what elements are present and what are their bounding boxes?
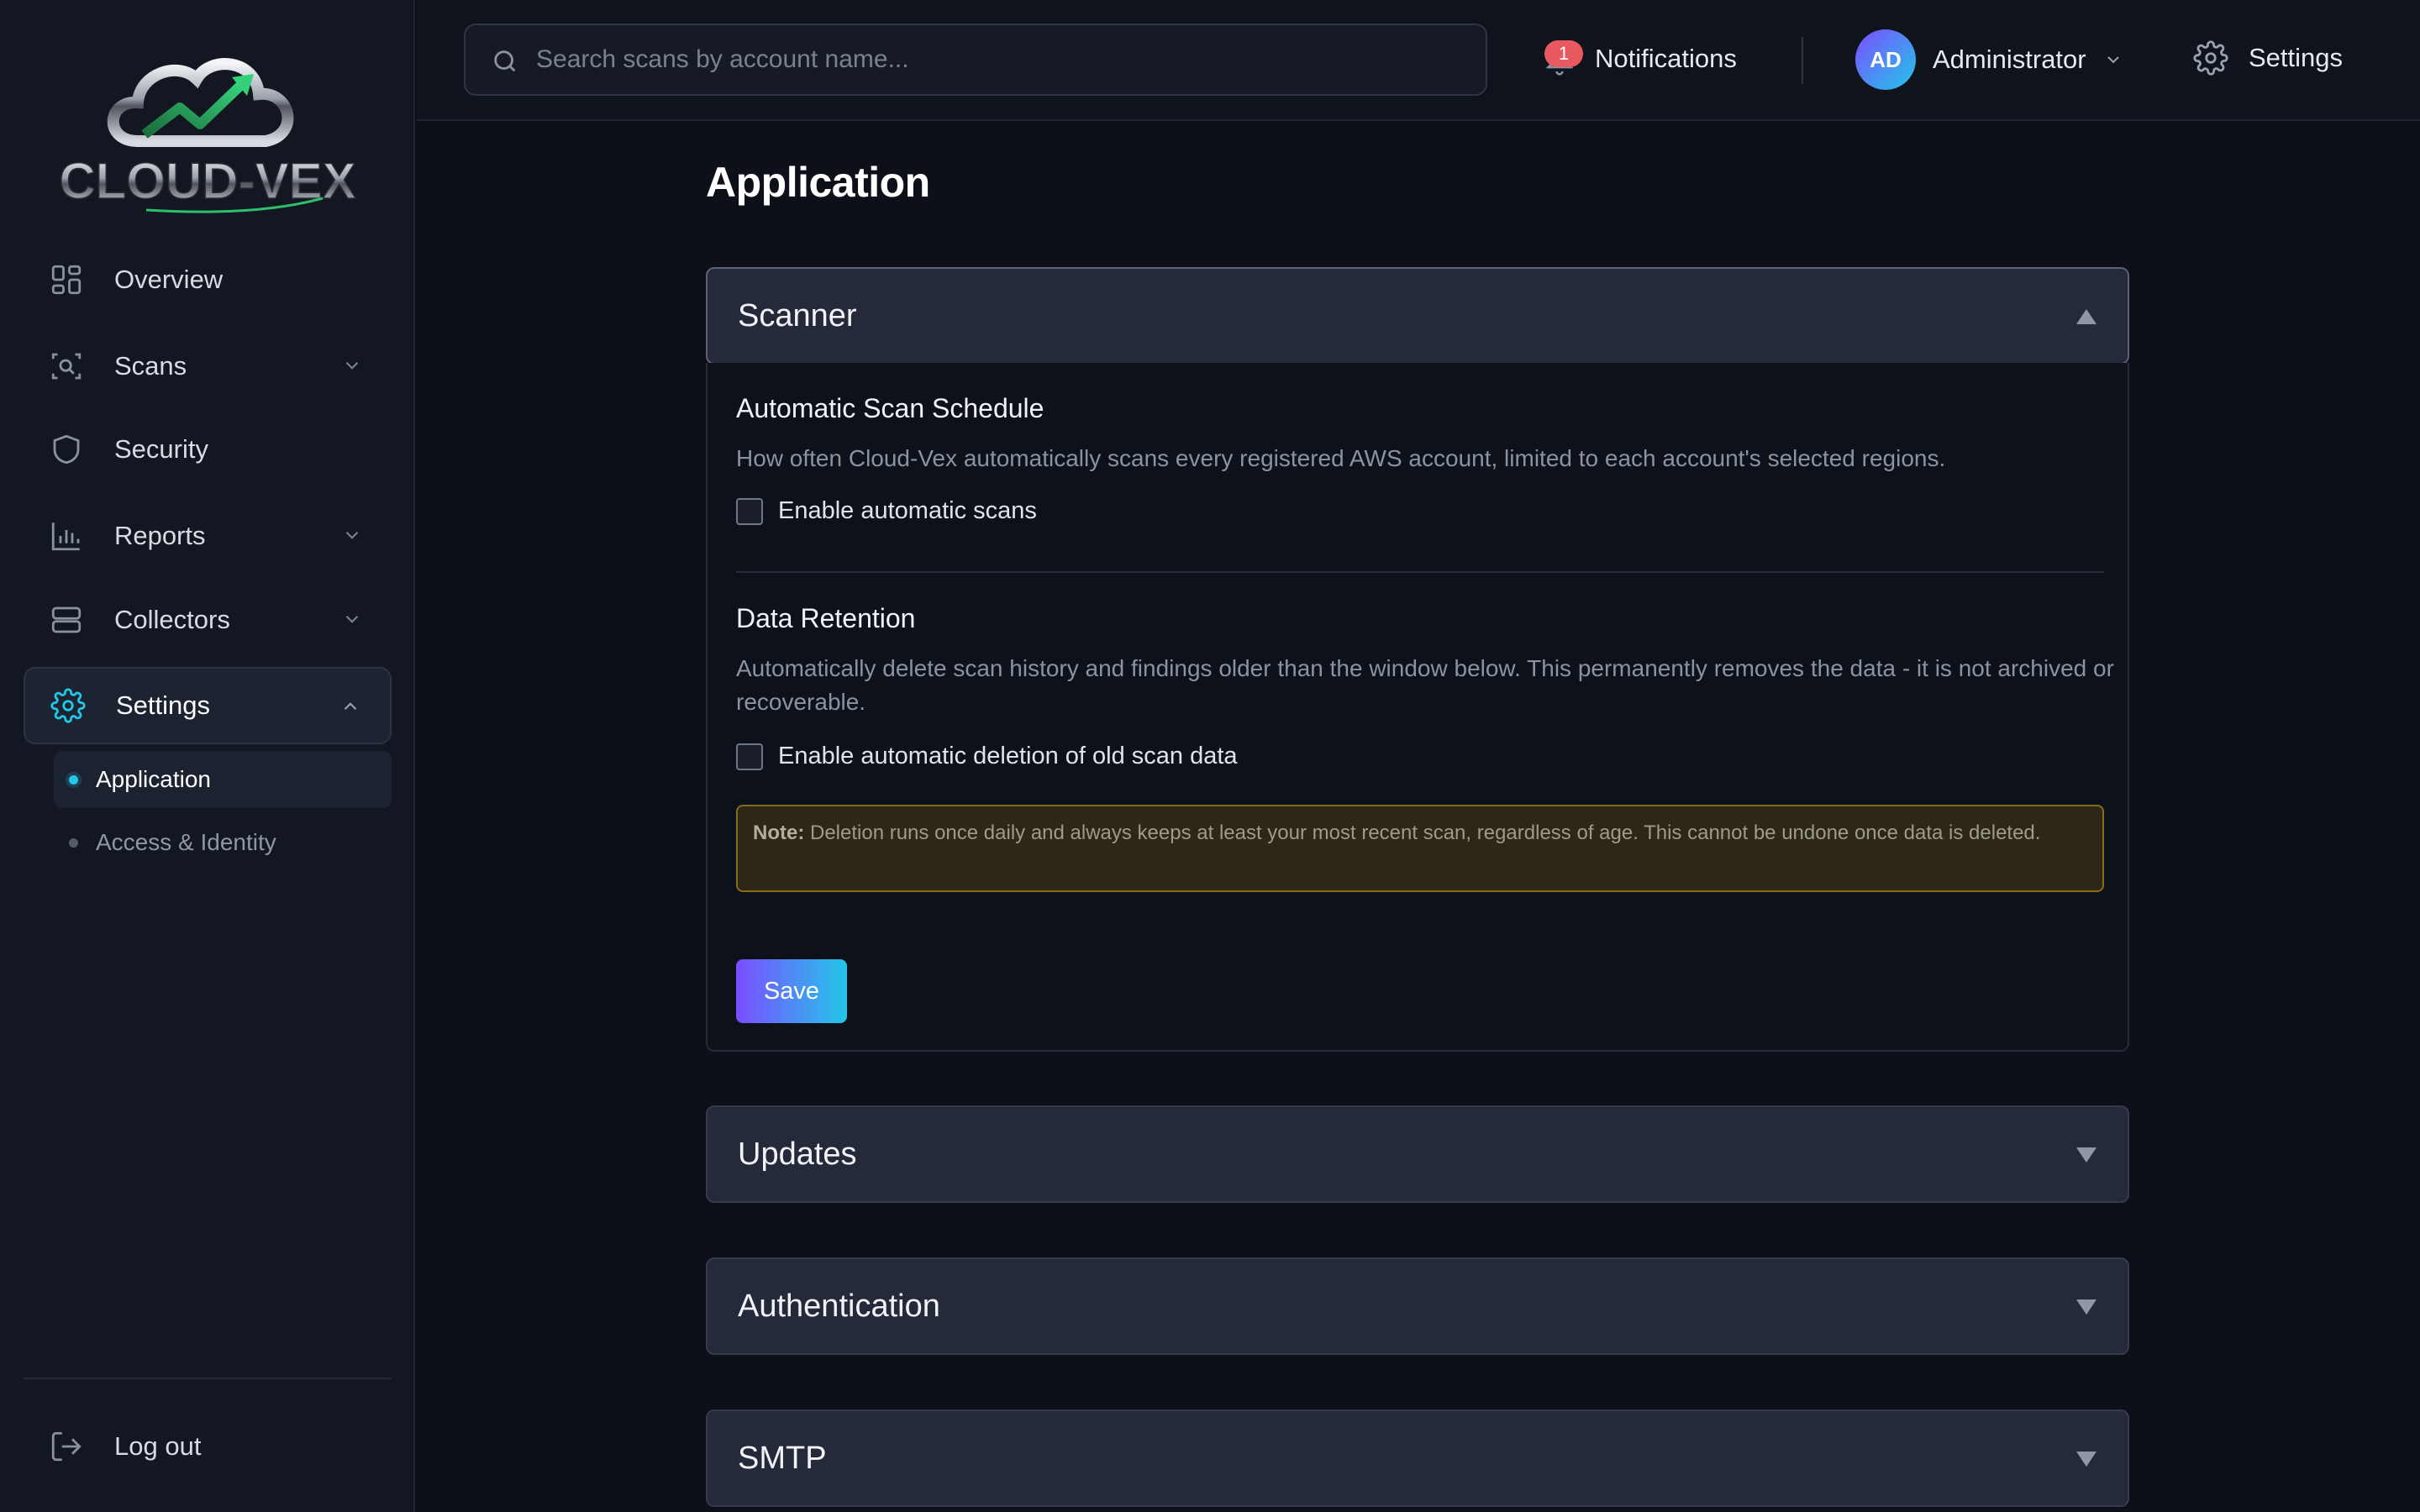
sidebar-subitem-access-identity[interactable]: Access & Identity — [54, 814, 392, 871]
chevron-down-icon — [345, 531, 359, 539]
accordion-smtp[interactable]: SMTP — [706, 1410, 2129, 1507]
page-title: Application — [706, 159, 930, 206]
checkbox[interactable] — [736, 497, 763, 525]
sidebar-item-scans[interactable]: Scans — [24, 328, 392, 405]
accordion-title: SMTP — [738, 1440, 827, 1476]
scanner-panel-body: Automatic Scan Schedule How often Cloud-… — [706, 363, 2129, 1052]
accordion-scanner[interactable]: Scanner — [706, 267, 2129, 365]
settings-label: Settings — [2249, 43, 2344, 72]
sidebar-item-label: Security — [114, 434, 208, 464]
search-input[interactable] — [536, 25, 1486, 94]
topbar: Notifications 1 AD Administrator Setting… — [417, 0, 2420, 121]
search-icon — [494, 50, 516, 72]
sidebar-item-label: Reports — [114, 521, 206, 550]
section-title: Data Retention — [736, 603, 916, 633]
search-box[interactable] — [464, 24, 1487, 96]
section-description: How often Cloud-Vex automatically scans … — [736, 445, 1946, 471]
caret-up-icon — [2076, 309, 2096, 324]
chevron-down-icon — [2107, 56, 2119, 64]
notifications-label: Notifications — [1595, 44, 1737, 73]
settings-button[interactable]: Settings — [2193, 30, 2343, 86]
logout-button[interactable]: Log out — [24, 1408, 392, 1485]
grid-icon — [49, 262, 84, 297]
shield-icon — [49, 432, 84, 467]
accordion-title: Authentication — [738, 1288, 940, 1324]
accordion-title: Scanner — [738, 297, 857, 333]
server-icon — [49, 602, 84, 638]
sidebar-item-label: Settings — [116, 690, 211, 720]
sidebar-subitem-application[interactable]: Application — [54, 751, 392, 808]
sidebar-item-label: Collectors — [114, 605, 230, 634]
note-text: Deletion runs once daily and always keep… — [804, 822, 2041, 844]
accordion-updates[interactable]: Updates — [706, 1105, 2129, 1203]
user-menu[interactable]: AD Administrator — [1855, 29, 2123, 91]
sidebar-item-collectors[interactable]: Collectors — [24, 581, 392, 659]
caret-down-icon — [2076, 1147, 2096, 1163]
section-title: Automatic Scan Schedule — [736, 393, 1044, 423]
sidebar-divider — [24, 1378, 392, 1379]
gear-icon — [50, 688, 86, 723]
caret-down-icon — [2076, 1299, 2096, 1315]
sidebar-subitem-label: Access & Identity — [96, 829, 276, 855]
note-label: Note: — [753, 822, 805, 844]
accordion-authentication[interactable]: Authentication — [706, 1257, 2129, 1355]
save-button[interactable]: Save — [736, 959, 847, 1023]
user-name: Administrator — [1933, 45, 2086, 74]
chevron-down-icon — [345, 615, 359, 623]
caret-down-icon — [2076, 1452, 2096, 1467]
notification-count-badge: 1 — [1544, 40, 1583, 67]
checkbox-label: Enable automatic scans — [778, 497, 1037, 524]
dot-icon — [69, 838, 78, 848]
logout-icon — [49, 1429, 84, 1464]
sidebar-item-security[interactable]: Security — [24, 411, 392, 488]
section-description: Automatically delete scan history and fi… — [736, 655, 2114, 715]
logout-label: Log out — [114, 1431, 202, 1461]
bar-chart-icon — [49, 518, 84, 554]
cloud-vex-logo[interactable]: CLOUD-VEX — [45, 30, 370, 220]
active-dot-icon — [69, 775, 78, 785]
topbar-divider — [1802, 37, 1803, 84]
scan-icon — [49, 349, 84, 384]
sidebar: CLOUD-VEX Overview Scans Security Report… — [0, 0, 415, 1512]
sidebar-subitem-label: Application — [96, 766, 211, 792]
checkbox[interactable] — [736, 743, 763, 770]
enable-automatic-scans-checkbox[interactable]: Enable automatic scans — [736, 497, 1037, 525]
sidebar-item-reports[interactable]: Reports — [24, 497, 392, 575]
enable-auto-deletion-checkbox[interactable]: Enable automatic deletion of old scan da… — [736, 743, 1238, 770]
chevron-down-icon — [345, 361, 359, 370]
checkbox-label: Enable automatic deletion of old scan da… — [778, 743, 1238, 769]
gear-icon — [2193, 40, 2228, 76]
accordion-title: Updates — [738, 1136, 857, 1172]
sidebar-item-overview[interactable]: Overview — [24, 241, 392, 318]
sidebar-item-settings[interactable]: Settings — [24, 667, 392, 744]
retention-note: Note: Deletion runs once daily and alway… — [736, 805, 2104, 892]
sidebar-item-label: Scans — [114, 351, 187, 381]
avatar: AD — [1855, 29, 1916, 90]
chevron-up-icon — [344, 702, 357, 711]
sidebar-item-label: Overview — [114, 265, 224, 294]
section-divider — [736, 571, 2104, 573]
